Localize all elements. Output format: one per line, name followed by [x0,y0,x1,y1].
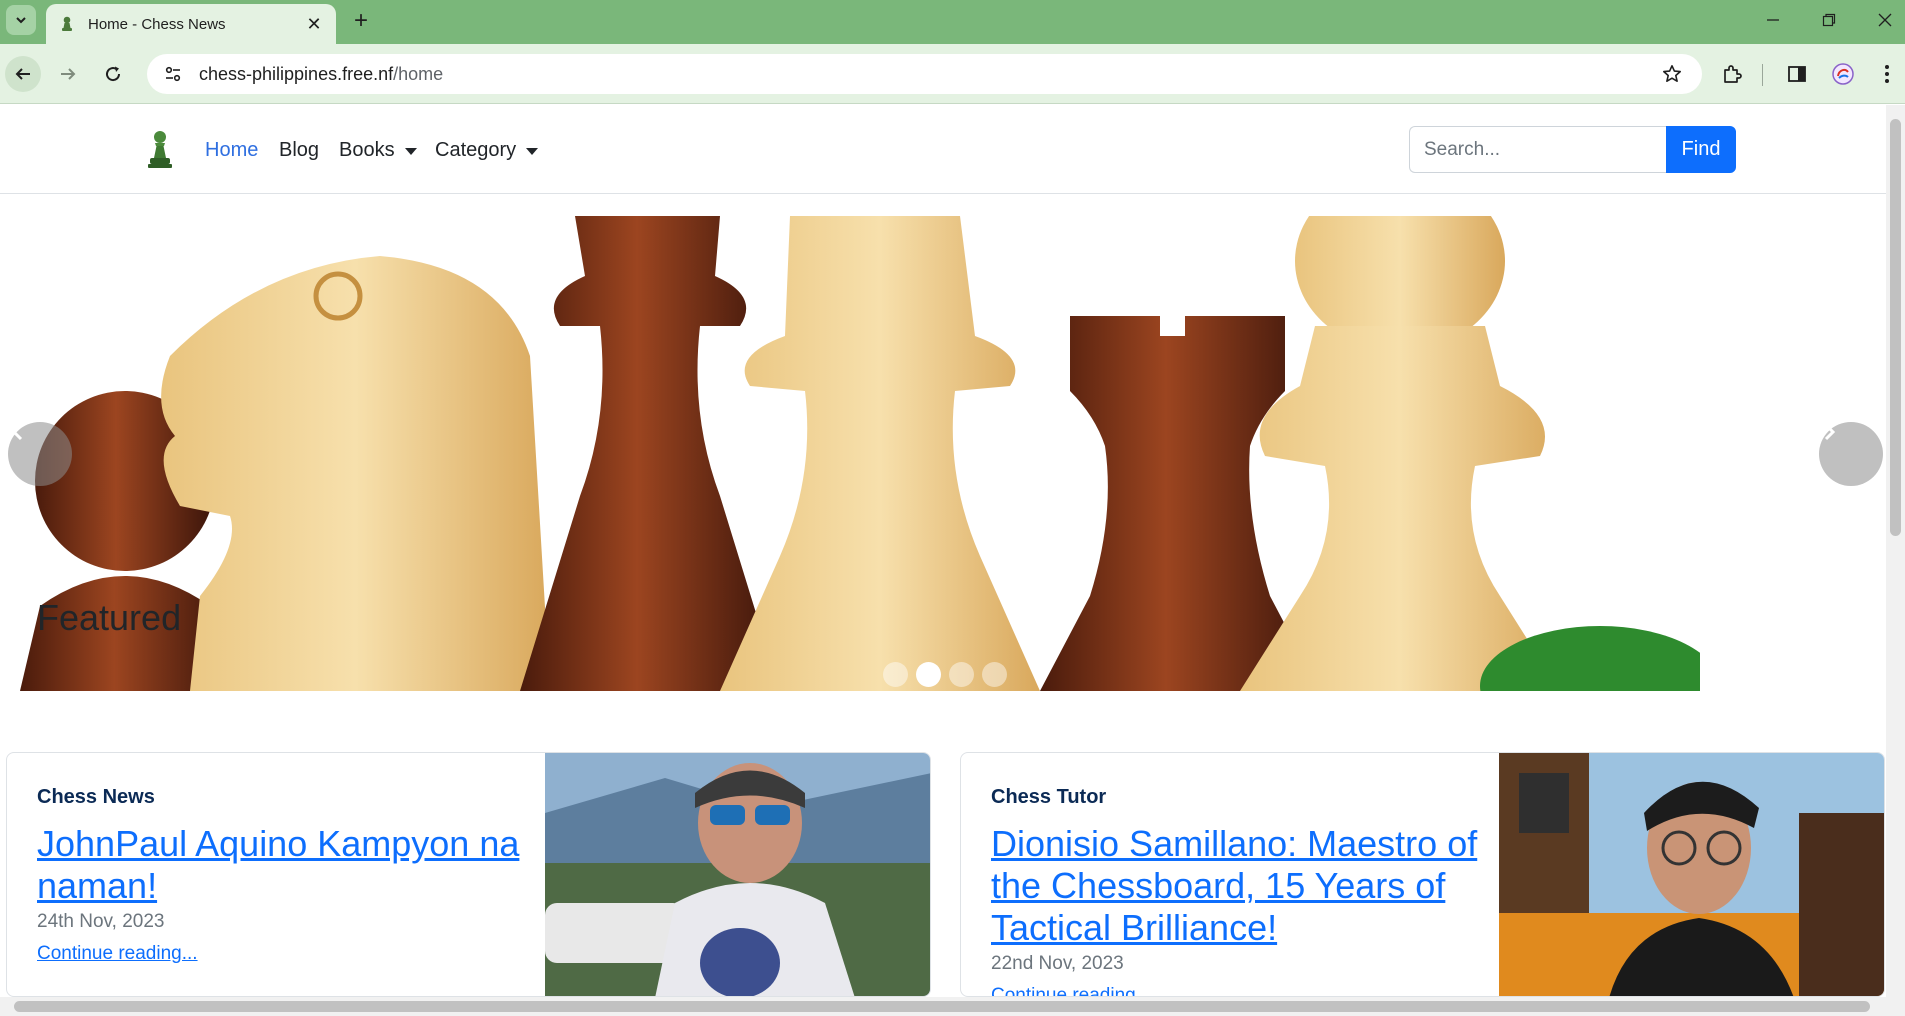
reload-icon[interactable] [95,56,131,92]
minimize-icon[interactable] [1745,2,1801,38]
forward-arrow-icon[interactable] [50,56,86,92]
vertical-scrollbar[interactable] [1886,105,1905,997]
chevron-down-icon [16,17,26,24]
card-category: Chess News [37,786,155,808]
nav-category-dropdown[interactable]: Category [435,139,539,162]
carousel-indicators [883,662,1007,687]
carousel-indicator-2[interactable] [916,662,941,687]
restore-icon[interactable] [1801,2,1857,38]
chevron-right-icon [1824,423,1836,441]
tab-search-button[interactable] [6,5,36,35]
card-photo [1499,753,1884,996]
card-body: Chess Tutor Dionisio Samillano: Maestro … [991,786,1491,996]
caret-down-icon [526,148,539,155]
card-photo [545,753,930,996]
tab-title: Home - Chess News [88,15,226,33]
nav-home-link[interactable]: Home [205,139,258,162]
bookmark-star-icon[interactable] [1660,62,1684,86]
address-bar[interactable]: chess-philippines.free.nf/home [147,54,1702,94]
nav-books-label: Books [339,139,395,161]
browser-toolbar: chess-philippines.free.nf/home [0,44,1905,104]
url-text: chess-philippines.free.nf/home [199,64,443,85]
card-category: Chess Tutor [991,786,1107,808]
site-navbar: Home Blog Books Category Find [0,105,1886,194]
find-button[interactable]: Find [1666,126,1736,173]
browser-tab[interactable]: Home - Chess News ✕ [46,4,336,44]
browser-tab-bar: Home - Chess News ✕ + [0,0,1905,44]
carousel-prev-button[interactable] [8,422,72,486]
carousel-indicator-4[interactable] [982,662,1007,687]
continue-reading-link[interactable]: Continue reading... [37,943,537,965]
hero-carousel [0,216,1886,691]
site-info-icon[interactable] [161,62,185,86]
card-date: 24th Nov, 2023 [37,911,165,932]
url-host: chess-philippines.free.nf [199,63,394,84]
back-arrow-icon[interactable] [5,56,41,92]
profile-avatar-icon[interactable] [1829,60,1857,88]
carousel-next-button[interactable] [1819,422,1883,486]
side-panel-icon[interactable] [1783,60,1811,88]
nav-category-label: Category [435,139,517,161]
scrollbar-thumb[interactable] [1890,119,1901,536]
featured-heading: Featured [37,597,182,638]
horizontal-scrollbar[interactable] [0,997,1905,1016]
carousel-slide-image [0,216,1886,691]
continue-reading-link[interactable]: Continue reading... [991,985,1491,996]
extensions-puzzle-icon[interactable] [1718,60,1746,88]
scrollbar-thumb[interactable] [14,1001,1870,1012]
card-title-link[interactable]: Dionisio Samillano: Maestro of the Chess… [991,823,1491,949]
nav-books-dropdown[interactable]: Books [339,139,417,162]
chess-pawn-favicon-icon [62,16,72,31]
close-window-icon[interactable] [1857,2,1905,38]
chevron-left-icon [11,423,23,441]
card-title-link[interactable]: JohnPaul Aquino Kampyon na naman! [37,823,537,907]
carousel-indicator-1[interactable] [883,662,908,687]
search-input[interactable] [1409,126,1667,173]
featured-card: Chess News JohnPaul Aquino Kampyon na na… [6,752,931,997]
more-menu-icon[interactable] [1873,60,1901,88]
card-date: 22nd Nov, 2023 [991,953,1124,974]
nav-blog-link[interactable]: Blog [279,139,319,162]
chess-pawn-logo-icon[interactable] [145,129,175,169]
card-body: Chess News JohnPaul Aquino Kampyon na na… [37,786,537,965]
caret-down-icon [404,148,417,155]
new-tab-icon[interactable]: + [346,6,376,36]
toolbar-separator [1762,64,1763,86]
close-tab-icon[interactable]: ✕ [304,14,324,34]
url-path: /home [393,63,444,84]
carousel-indicator-3[interactable] [949,662,974,687]
featured-card: Chess Tutor Dionisio Samillano: Maestro … [960,752,1885,997]
